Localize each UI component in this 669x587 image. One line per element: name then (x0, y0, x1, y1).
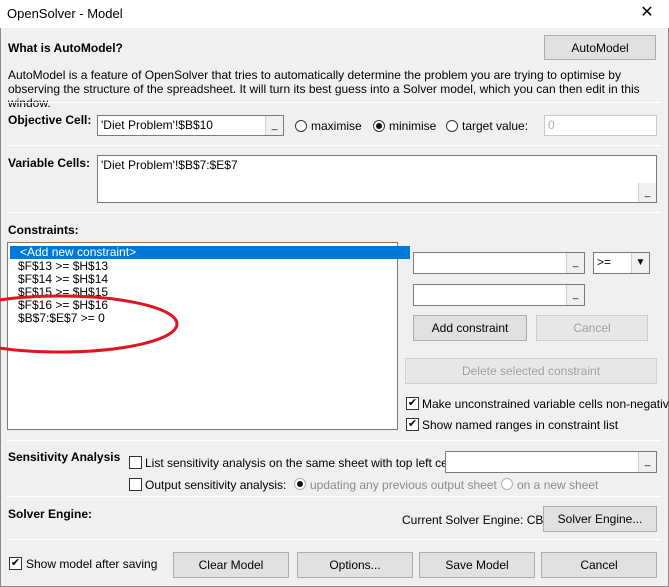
close-icon[interactable]: ✕ (636, 3, 658, 23)
show-model-label: Show model after saving (26, 557, 158, 571)
nonneg-checkbox[interactable]: ✔ (406, 397, 419, 410)
save-model-button[interactable]: Save Model (419, 552, 535, 578)
minimise-label: minimise (389, 119, 437, 133)
separator (6, 212, 661, 213)
delete-constraint-button[interactable]: Delete selected constraint (405, 358, 657, 384)
named-ranges-checkbox[interactable]: ✔ (406, 418, 419, 431)
constraint-lhs-input[interactable] (413, 252, 585, 274)
maximise-radio[interactable] (295, 120, 307, 132)
separator (6, 440, 661, 441)
automodel-description: AutoModel is a feature of OpenSolver tha… (8, 68, 640, 110)
constraint-rhs-input[interactable] (413, 284, 585, 306)
updating-sheet-label: updating any previous output sheet (310, 478, 497, 492)
target-value-radio[interactable] (446, 120, 458, 132)
operator-value: >= (597, 255, 612, 269)
sensitivity-cell-input[interactable] (445, 451, 657, 473)
separator (6, 496, 661, 497)
separator (6, 102, 661, 103)
objective-cell-input[interactable]: 'Diet Problem'!$B$10 (97, 115, 284, 136)
options-button[interactable]: Options... (297, 552, 413, 578)
cancel-constraint-button[interactable]: Cancel (536, 315, 648, 341)
output-sensitivity-checkbox[interactable] (129, 478, 142, 491)
new-sheet-radio[interactable] (501, 478, 513, 490)
solver-engine-button[interactable]: Solver Engine... (543, 506, 657, 532)
variable-ref-button[interactable]: _ (638, 183, 656, 202)
objective-label: Objective Cell: (8, 113, 92, 127)
show-model-checkbox[interactable]: ✔ (9, 557, 22, 570)
variable-cells-label: Variable Cells: (8, 156, 91, 170)
variable-cells-input[interactable]: 'Diet Problem'!$B$7:$E$7 (97, 155, 657, 203)
nonneg-label: Make unconstrained variable cells non-ne… (422, 397, 669, 411)
target-value-label: target value: (462, 119, 529, 133)
constraint-item[interactable]: <Add new constraint> (10, 246, 410, 259)
automodel-heading: What is AutoModel? (8, 41, 123, 55)
cancel-button[interactable]: Cancel (541, 552, 657, 578)
new-sheet-label: on a new sheet (517, 478, 599, 492)
lhs-ref-button[interactable]: _ (566, 253, 584, 273)
chevron-down-icon[interactable]: ▼ (631, 253, 649, 273)
current-engine-text: Current Solver Engine: CBC (402, 513, 553, 527)
output-sensitivity-label: Output sensitivity analysis: (145, 478, 287, 492)
rhs-ref-button[interactable]: _ (566, 285, 584, 305)
constraints-label: Constraints: (8, 223, 79, 237)
solver-engine-label: Solver Engine: (8, 507, 93, 521)
target-value-input[interactable]: 0 (544, 115, 657, 136)
target-value-text: 0 (548, 118, 555, 132)
updating-sheet-radio[interactable] (294, 478, 306, 490)
variable-cells-value: 'Diet Problem'!$B$7:$E$7 (101, 158, 238, 172)
named-ranges-label: Show named ranges in constraint list (422, 418, 619, 432)
automodel-button[interactable]: AutoModel (544, 35, 656, 60)
clear-model-button[interactable]: Clear Model (173, 552, 289, 578)
objective-cell-value: 'Diet Problem'!$B$10 (101, 118, 213, 132)
separator (6, 539, 661, 540)
sensitivity-label: Sensitivity Analysis (8, 450, 121, 464)
annotation-circle (0, 294, 179, 354)
minimise-radio[interactable] (373, 120, 385, 132)
separator (6, 145, 661, 146)
list-sensitivity-label: List sensitivity analysis on the same sh… (145, 456, 457, 470)
maximise-label: maximise (311, 119, 362, 133)
sensitivity-ref-button[interactable]: _ (638, 452, 656, 472)
add-constraint-button[interactable]: Add constraint (413, 315, 527, 341)
window-title: OpenSolver - Model (7, 6, 123, 21)
objective-ref-button[interactable]: _ (265, 116, 283, 135)
list-sensitivity-checkbox[interactable] (129, 456, 142, 469)
title-bar: OpenSolver - Model ✕ (0, 0, 669, 28)
